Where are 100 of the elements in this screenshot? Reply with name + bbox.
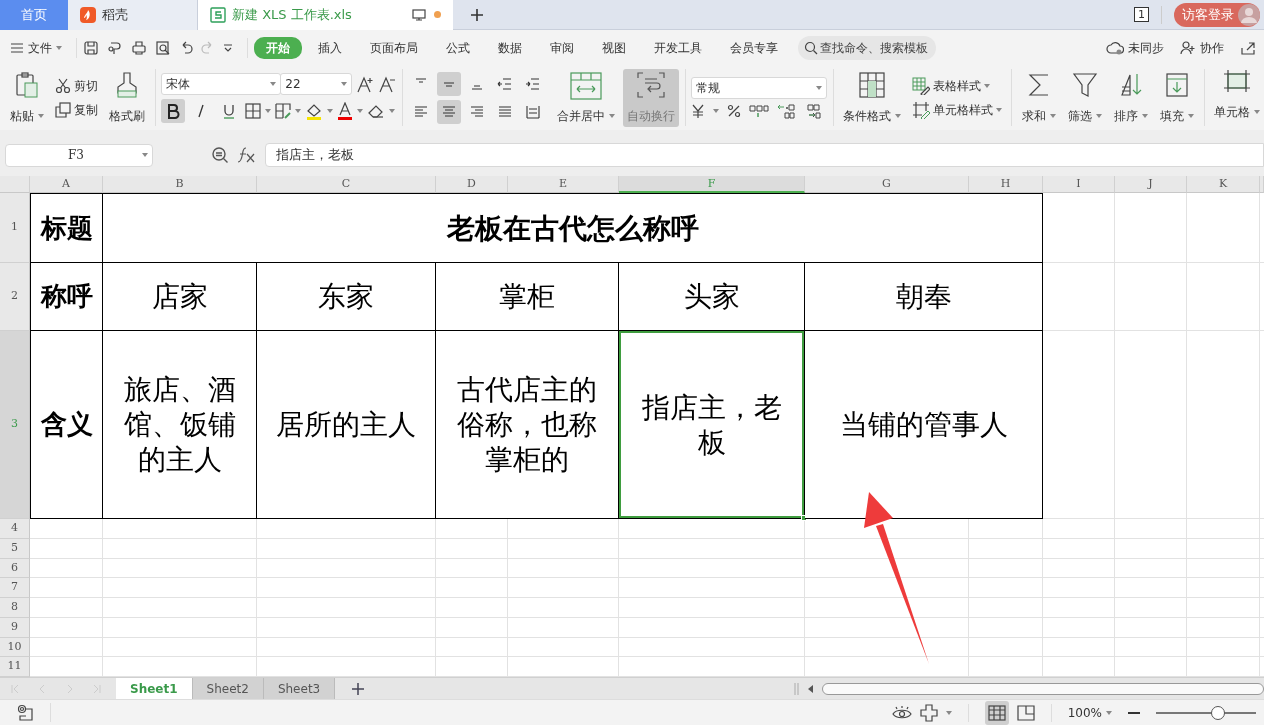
borders-icon[interactable]	[245, 102, 262, 119]
copy-button[interactable]: 复制	[52, 97, 101, 122]
caret-icon[interactable]	[984, 83, 991, 88]
merge-center-button[interactable]: 合并居中	[552, 68, 619, 127]
copy-icon[interactable]	[55, 101, 71, 118]
caret-icon[interactable]	[38, 113, 44, 118]
sheet-tab[interactable]: Sheet3	[263, 678, 336, 699]
column-header[interactable]: C	[257, 176, 436, 193]
scissors-icon[interactable]	[55, 77, 71, 94]
fill-button[interactable]: 填充	[1155, 68, 1198, 127]
wrap-text-icon[interactable]	[635, 70, 666, 99]
ribbon-tab[interactable]: 数据	[486, 36, 534, 59]
currency-icon[interactable]	[691, 103, 705, 118]
function-icon[interactable]	[237, 146, 257, 164]
table-cell[interactable]: 老板在古代怎么称呼	[103, 193, 1043, 263]
caret-icon[interactable]	[996, 107, 1003, 112]
paste-icon[interactable]	[14, 70, 40, 99]
column-header[interactable]: H	[969, 176, 1043, 193]
filter-icon[interactable]	[1071, 70, 1098, 99]
column-header[interactable]: K	[1187, 176, 1260, 193]
font-shrink-icon[interactable]	[378, 74, 397, 93]
cell-format-icon[interactable]	[275, 102, 292, 119]
font-grow-icon[interactable]	[356, 74, 375, 93]
caret-icon[interactable]	[327, 108, 334, 113]
new-tab-icon[interactable]	[469, 7, 485, 23]
table-cell[interactable]: 东家	[257, 263, 436, 331]
user-add-icon[interactable]	[1180, 40, 1196, 55]
print-icon[interactable]	[131, 39, 147, 56]
print-preview-icon[interactable]	[155, 39, 171, 56]
format-painter-button[interactable]: 格式刷	[105, 68, 149, 127]
table-cell[interactable]: 古代店主的俗称，也称掌柜的	[436, 331, 619, 519]
row-header[interactable]: 9	[0, 617, 30, 638]
caret-icon[interactable]	[1141, 113, 1148, 118]
page-count[interactable]: 1	[1134, 7, 1149, 22]
sort-button[interactable]: 排序	[1109, 68, 1152, 127]
row-header[interactable]: 8	[0, 598, 30, 618]
column-header[interactable]: D	[436, 176, 508, 193]
sheet-tab[interactable]: Sheet2	[192, 678, 264, 699]
caret-icon[interactable]	[341, 81, 348, 86]
column-header[interactable]: B	[103, 176, 257, 193]
bold-icon[interactable]	[166, 102, 181, 119]
save-icon[interactable]	[83, 39, 99, 56]
caret-icon[interactable]	[142, 153, 148, 157]
caret-icon[interactable]	[945, 710, 952, 715]
formula-field[interactable]: 指店主，老板	[265, 143, 1264, 167]
row-header[interactable]: 10	[0, 637, 30, 658]
menu-icon[interactable]	[10, 41, 24, 54]
ribbon-tab[interactable]: 视图	[590, 36, 638, 59]
bold-button[interactable]	[161, 98, 186, 123]
table-cell[interactable]: 含义	[30, 331, 103, 519]
column-header[interactable]: J	[1115, 176, 1187, 193]
row-header[interactable]: 6	[0, 558, 30, 579]
caret-icon[interactable]	[1049, 113, 1056, 118]
avatar-icon[interactable]	[1238, 3, 1260, 26]
row-header[interactable]: 7	[0, 578, 30, 598]
table-style-button[interactable]: 表格样式	[909, 73, 1006, 98]
caret-icon[interactable]	[1187, 113, 1194, 118]
merge-center-icon[interactable]	[568, 70, 603, 101]
row-header[interactable]: 4	[0, 519, 30, 539]
window-tab[interactable]: 稻壳	[68, 0, 198, 30]
caret-icon[interactable]	[816, 85, 822, 90]
format-brush-icon[interactable]	[115, 70, 139, 99]
table-cell[interactable]: 朝奉	[805, 263, 1043, 331]
dropdown-icon[interactable]	[223, 42, 233, 53]
share-icon[interactable]	[1240, 40, 1256, 55]
row-header[interactable]: 2	[0, 263, 30, 331]
focus-cross-icon[interactable]	[919, 703, 938, 722]
ribbon-tab[interactable]: 页面布局	[358, 36, 430, 59]
zoom-out-icon[interactable]	[1128, 711, 1140, 715]
file-menu[interactable]: 文件	[10, 38, 62, 57]
table-cell[interactable]: 掌柜	[436, 263, 619, 331]
monitor-icon[interactable]	[412, 8, 426, 21]
caret-icon[interactable]	[357, 108, 364, 113]
page-view-icon[interactable]	[1016, 704, 1035, 721]
table-cell[interactable]: 旅店、酒馆、饭铺的主人	[103, 331, 257, 519]
sheet-tab[interactable]: Sheet1	[116, 678, 193, 699]
search-icon[interactable]	[804, 40, 818, 55]
table-cell[interactable]: 店家	[103, 263, 257, 331]
percent-icon[interactable]	[727, 103, 741, 118]
ribbon-tab[interactable]: 插入	[306, 36, 354, 59]
cell-style-icon[interactable]	[912, 100, 931, 119]
table-cell[interactable]: 头家	[619, 263, 805, 331]
scroll-left-icon[interactable]	[806, 683, 816, 694]
search-field[interactable]: 查找命令、搜索模板	[798, 35, 936, 60]
horizontal-scrollbar[interactable]	[822, 682, 1264, 695]
zoom-select[interactable]: 100%	[1067, 703, 1112, 722]
paste-button[interactable]: 粘贴	[6, 68, 48, 127]
conditional-format-icon[interactable]	[858, 70, 887, 99]
caret-icon[interactable]	[270, 81, 277, 86]
flame-icon[interactable]	[80, 6, 96, 23]
table-style-icon[interactable]	[912, 76, 931, 95]
decimal-increase-icon[interactable]	[777, 102, 795, 119]
filter-button[interactable]: 筛选	[1063, 68, 1106, 127]
column-header[interactable]: I	[1043, 176, 1115, 193]
cloud-icon[interactable]	[1106, 40, 1124, 55]
window-tab[interactable]: 新建 XLS 工作表.xls	[198, 0, 453, 30]
caret-icon[interactable]	[1095, 113, 1102, 118]
font-color-icon[interactable]	[337, 101, 354, 120]
caret-icon[interactable]	[56, 45, 62, 50]
number-format-select[interactable]: 常规	[691, 76, 827, 99]
